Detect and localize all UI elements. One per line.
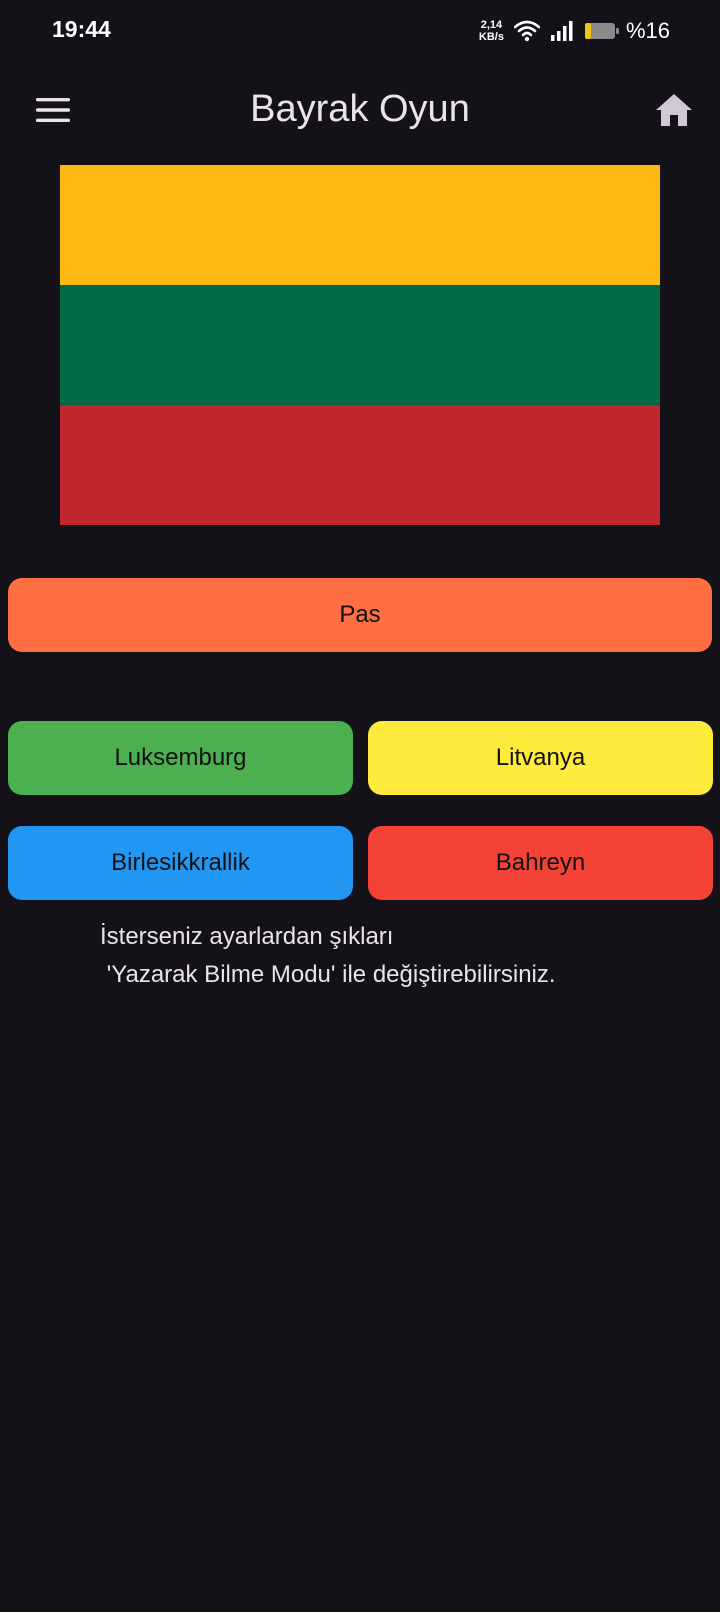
- option-button-3[interactable]: Birlesikkrallik: [8, 826, 353, 900]
- hint-line-1: İsterseniz ayarlardan şıkları: [100, 923, 394, 950]
- battery-icon: [584, 21, 620, 41]
- status-time: 19:44: [52, 16, 111, 42]
- hint-line-2: 'Yazarak Bilme Modu' ile değiştirebilirs…: [100, 961, 556, 988]
- option-button-2[interactable]: Litvanya: [368, 721, 713, 795]
- signal-icon: [550, 20, 574, 42]
- network-speed: 2,14 KB/s: [479, 19, 504, 43]
- flag-stripe-middle: [60, 285, 660, 405]
- flag-image: [60, 165, 660, 525]
- network-speed-unit: KB/s: [478, 31, 504, 43]
- home-button[interactable]: [652, 90, 696, 134]
- home-icon: [655, 93, 693, 132]
- status-indicators: 2,14 KB/s %16: [479, 14, 670, 48]
- option-button-1[interactable]: Luksemburg: [8, 721, 353, 795]
- pass-button[interactable]: Pas: [8, 578, 712, 652]
- flag-stripe-top: [60, 165, 660, 285]
- network-speed-value: 2,14: [480, 19, 503, 31]
- wifi-icon: [513, 20, 540, 42]
- page-title: Bayrak Oyun: [250, 88, 470, 130]
- app-bar: Bayrak Oyun: [0, 72, 720, 152]
- hint-text: İsterseniz ayarlardan şıkları 'Yazarak B…: [100, 918, 700, 994]
- flag-stripe-bottom: [60, 405, 660, 525]
- status-bar: 19:44 2,14 KB/s %16: [0, 0, 720, 60]
- battery-percent: %16: [625, 18, 670, 43]
- option-button-4[interactable]: Bahreyn: [368, 826, 713, 900]
